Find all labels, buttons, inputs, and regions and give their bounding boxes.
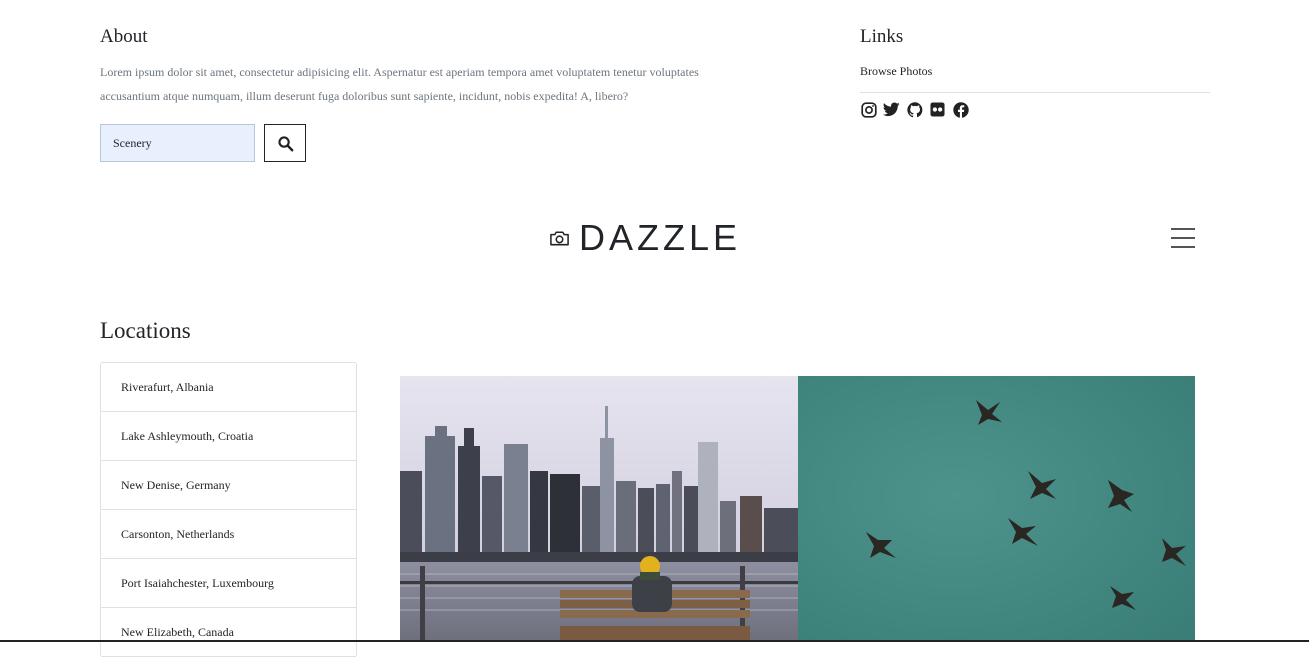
location-item[interactable]: Riverafurt, Albania — [101, 363, 356, 412]
flickr-icon[interactable] — [929, 101, 946, 118]
brand-name: DAZZLE — [579, 217, 742, 258]
location-item[interactable]: Port Isaiahchester, Luxembourg — [101, 559, 356, 608]
search-button[interactable] — [264, 124, 306, 162]
location-item[interactable]: Lake Ashleymouth, Croatia — [101, 412, 356, 461]
twitter-icon[interactable] — [883, 101, 900, 118]
brand-logo[interactable]: DAZZLE — [549, 218, 741, 258]
search-form — [100, 124, 306, 162]
birds-flying-photo[interactable] — [798, 376, 1195, 642]
search-input[interactable] — [100, 124, 255, 162]
hamburger-menu-icon — [1171, 228, 1195, 230]
locations-list: Riverafurt, Albania Lake Ashleymouth, Cr… — [100, 362, 357, 657]
github-icon[interactable] — [906, 101, 923, 118]
social-icons — [860, 101, 969, 118]
links-heading: Links — [860, 26, 904, 47]
facebook-icon[interactable] — [952, 101, 969, 118]
camera-icon — [550, 231, 569, 246]
location-item[interactable]: Carsonton, Netherlands — [101, 510, 356, 559]
about-heading: About — [100, 26, 148, 47]
city-skyline-photo[interactable] — [400, 376, 798, 642]
locations-heading: Locations — [100, 318, 191, 343]
instagram-icon[interactable] — [860, 101, 877, 118]
location-item[interactable]: New Elizabeth, Canada — [101, 608, 356, 657]
search-icon — [277, 135, 293, 151]
links-divider — [860, 92, 1210, 93]
menu-toggle-button[interactable] — [1171, 228, 1195, 248]
browse-photos-link[interactable]: Browse Photos — [860, 64, 932, 79]
about-text: Lorem ipsum dolor sit amet, consectetur … — [100, 65, 699, 103]
photo-grid — [400, 376, 1195, 642]
location-item[interactable]: New Denise, Germany — [101, 461, 356, 510]
